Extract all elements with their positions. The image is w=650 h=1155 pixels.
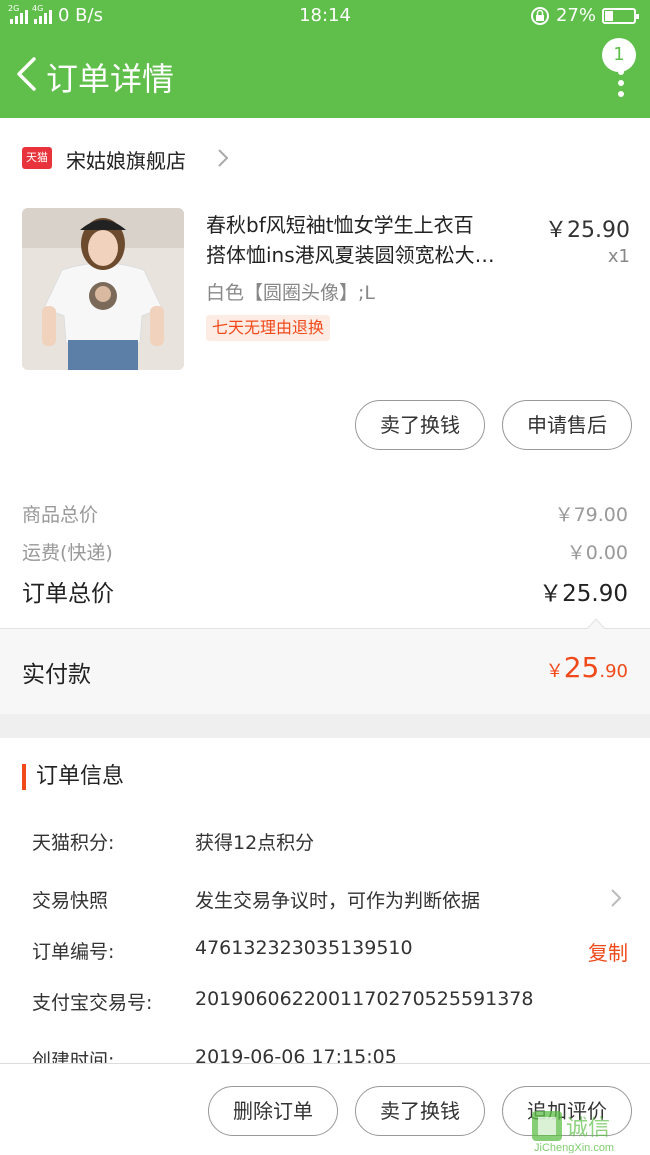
svg-text:JiChengXin.com: JiChengXin.com <box>534 1142 614 1153</box>
caret-up-icon <box>586 618 606 630</box>
status-bar: 2G 4G 0 B/s 18:14 27% <box>0 0 650 32</box>
product-price: ￥25.90 <box>545 218 630 243</box>
goods-total-row: 商品总价 ￥79.00 <box>22 494 628 530</box>
points-row: 天猫积分: 获得12点积分 <box>32 824 632 860</box>
bottom-action-bar: 删除订单 卖了换钱 追加评价 诚信 JiChengXin.com <box>0 1063 650 1155</box>
snapshot-row[interactable]: 交易快照 发生交易争议时，可作为判断依据 <box>32 882 632 918</box>
battery-icon <box>602 7 639 24</box>
more-vertical-icon[interactable] <box>616 68 626 98</box>
order-info-heading: 订单信息 <box>22 764 124 790</box>
sell-button-bottom[interactable]: 卖了换钱 <box>355 1086 485 1136</box>
created-value: 2019-06-06 17:15:05 <box>195 1046 397 1063</box>
order-number-value: 476132323035139510 <box>195 937 413 959</box>
order-total-label: 订单总价 <box>22 581 114 607</box>
order-total-value: ￥25.90 <box>539 581 628 607</box>
snapshot-label: 交易快照 <box>32 890 109 912</box>
shop-header[interactable]: 天猫 宋姑娘旗舰店 <box>0 118 650 198</box>
points-value: 获得12点积分 <box>195 832 315 854</box>
section-divider <box>0 714 650 738</box>
created-row: 创建时间: 2019-06-06 17:15:05 <box>32 1042 632 1063</box>
points-label: 天猫积分: <box>32 832 115 854</box>
return-policy-tag: 七天无理由退换 <box>206 315 331 341</box>
shipping-label: 运费(快递) <box>22 542 113 564</box>
order-info-section: 订单信息 天猫积分: 获得12点积分 交易快照 发生交易争议时，可作为判断依据 … <box>0 738 650 1063</box>
shipping-row: 运费(快递) ￥0.00 <box>22 532 628 568</box>
goods-total-value: ￥79.00 <box>554 504 628 526</box>
sell-button[interactable]: 卖了换钱 <box>355 400 485 450</box>
product-sku: 白色【圆圈头像】;L <box>206 282 375 304</box>
notification-badge[interactable]: 1 <box>602 38 636 72</box>
payment-amount: ￥25.90 <box>545 651 628 684</box>
payment-label: 实付款 <box>22 662 91 688</box>
order-number-label: 订单编号: <box>32 941 115 963</box>
battery-percent: 27% <box>555 5 596 26</box>
shipping-value: ￥0.00 <box>566 542 628 564</box>
site-watermark: 诚信 JiChengXin.com <box>530 1109 648 1154</box>
copy-button[interactable]: 复制 <box>588 937 628 966</box>
snapshot-value: 发生交易争议时，可作为判断依据 <box>195 890 481 912</box>
actual-payment: 实付款 ￥25.90 <box>0 618 650 714</box>
chevron-right-icon <box>218 149 229 167</box>
goods-total-label: 商品总价 <box>22 504 99 526</box>
rotation-lock-icon <box>530 6 549 25</box>
alipay-row: 支付宝交易号: 2019060622001170270525591378 <box>32 984 632 1020</box>
product-title[interactable]: 春秋bf风短袖t恤女学生上衣百 搭体恤ins港风夏装圆领宽松大… <box>206 210 536 270</box>
chevron-right-icon <box>611 889 622 907</box>
item-actions: 卖了换钱 申请售后 <box>0 400 650 454</box>
product-quantity: x1 <box>607 246 630 267</box>
aftersale-button[interactable]: 申请售后 <box>502 400 632 450</box>
status-right: 27% <box>530 5 639 26</box>
product-image[interactable] <box>22 208 184 370</box>
order-total-row: 订单总价 ￥25.90 <box>22 572 628 608</box>
page-title: 订单详情 <box>46 60 175 98</box>
order-number-row: 订单编号: 476132323035139510 复制 <box>32 933 632 969</box>
chevron-left-icon[interactable] <box>14 56 40 92</box>
tmall-logo: 天猫 <box>22 147 52 169</box>
created-label: 创建时间: <box>32 1050 115 1063</box>
shop-name[interactable]: 宋姑娘旗舰店 <box>66 145 186 174</box>
nav-bar: 订单详情 1 <box>0 32 650 118</box>
delete-order-button[interactable]: 删除订单 <box>208 1086 338 1136</box>
alipay-label: 支付宝交易号: <box>32 992 153 1014</box>
product-photo-illustration <box>22 208 184 370</box>
svg-text:诚信: 诚信 <box>566 1115 610 1140</box>
alipay-value: 2019060622001170270525591378 <box>195 988 534 1010</box>
product-item[interactable]: 春秋bf风短袖t恤女学生上衣百 搭体恤ins港风夏装圆领宽松大… ￥25.90 … <box>0 198 650 388</box>
